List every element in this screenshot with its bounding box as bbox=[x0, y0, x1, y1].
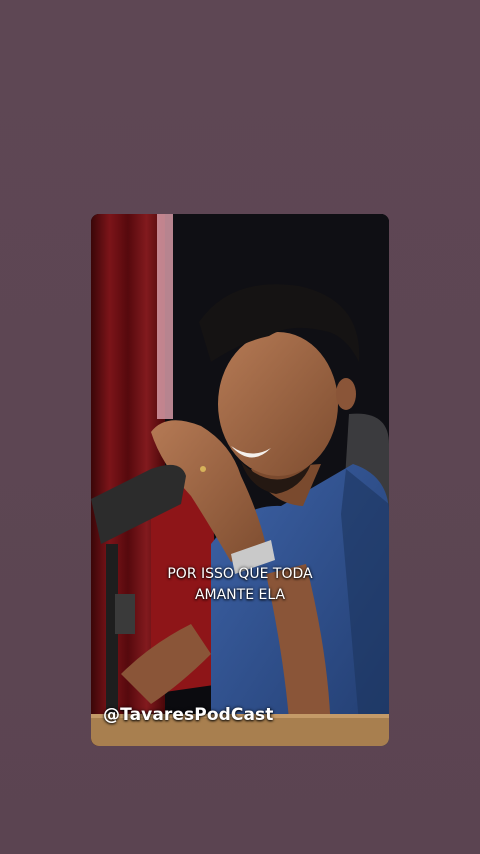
video-frame[interactable]: POR ISSO QUE TODA AMANTE ELA @TavaresPod… bbox=[91, 214, 389, 746]
subtitle-caption: POR ISSO QUE TODA AMANTE ELA bbox=[91, 564, 389, 606]
ear bbox=[336, 378, 356, 410]
pink-light-strip bbox=[157, 214, 173, 419]
ring bbox=[200, 466, 206, 472]
video-scene bbox=[91, 214, 389, 746]
caption-line-1: POR ISSO QUE TODA bbox=[167, 566, 313, 582]
face bbox=[218, 332, 338, 476]
caption-line-2: AMANTE ELA bbox=[194, 587, 286, 603]
story-viewer: { "video": { "caption_lines": ["POR ISSO… bbox=[0, 0, 480, 854]
channel-watermark: @TavaresPodCast bbox=[103, 705, 274, 725]
